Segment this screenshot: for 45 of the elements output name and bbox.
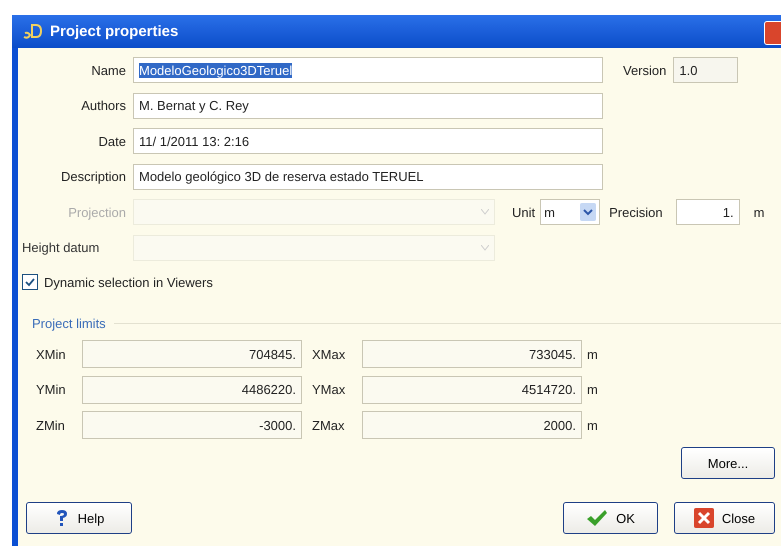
app-icon: [22, 22, 44, 40]
close-icon: [694, 508, 714, 528]
text-field[interactable]: M. Bernat y C. Rey: [133, 92, 603, 118]
text-field[interactable]: 11/ 1/2011 13: 2:16: [133, 128, 603, 154]
unit-dropdown[interactable]: m: [540, 199, 600, 225]
more-button[interactable]: More...: [681, 447, 775, 479]
field-label: Authors: [80, 98, 126, 113]
checkbox[interactable]: [22, 274, 38, 290]
limit-label: ZMax: [311, 418, 346, 432]
field-label: Version: [623, 62, 666, 78]
checkbox-label: Dynamic selection in Viewers: [44, 274, 213, 290]
limit-label: XMin: [35, 346, 67, 362]
unit-label: m: [754, 204, 764, 220]
number-field[interactable]: 4514720.: [362, 376, 582, 404]
unit-label: m: [587, 418, 598, 432]
window-title: Project properties: [50, 23, 178, 40]
field-label: Projection: [67, 204, 126, 220]
checkmark-icon: [586, 509, 608, 527]
close-window-button[interactable]: [764, 21, 781, 45]
version-field[interactable]: 1.0: [673, 57, 738, 83]
field-label: Unit: [512, 204, 536, 220]
field-label: Date: [98, 134, 126, 148]
help-button[interactable]: Help: [26, 502, 132, 534]
number-field[interactable]: 4486220.: [82, 376, 302, 404]
unit-label: m: [587, 382, 598, 397]
limit-label: YMin: [35, 382, 67, 397]
text-field[interactable]: ModeloGeologico3DTeruel: [133, 57, 603, 83]
limit-label: ZMin: [35, 418, 66, 432]
precision-field[interactable]: 1.: [676, 199, 740, 225]
group-title: Project limits: [32, 316, 106, 331]
ok-button[interactable]: OK: [563, 502, 658, 534]
unit-label: m: [587, 346, 598, 362]
limit-label: YMax: [311, 382, 346, 397]
text-field[interactable]: Modelo geológico 3D de reserva estado TERUEL: [133, 164, 603, 190]
checkmark-icon: [25, 277, 35, 287]
field-label: Description: [60, 169, 126, 184]
field-label: Height datum: [21, 240, 100, 255]
number-field[interactable]: 733045.: [362, 340, 582, 368]
field-label: Name: [90, 62, 126, 78]
number-field[interactable]: -3000.: [82, 411, 302, 439]
close-button[interactable]: Close: [674, 502, 775, 534]
field-label: Precision: [609, 204, 663, 220]
number-field[interactable]: 2000.: [362, 411, 582, 439]
number-field[interactable]: 704845.: [82, 340, 302, 368]
limit-label: XMax: [311, 346, 346, 362]
